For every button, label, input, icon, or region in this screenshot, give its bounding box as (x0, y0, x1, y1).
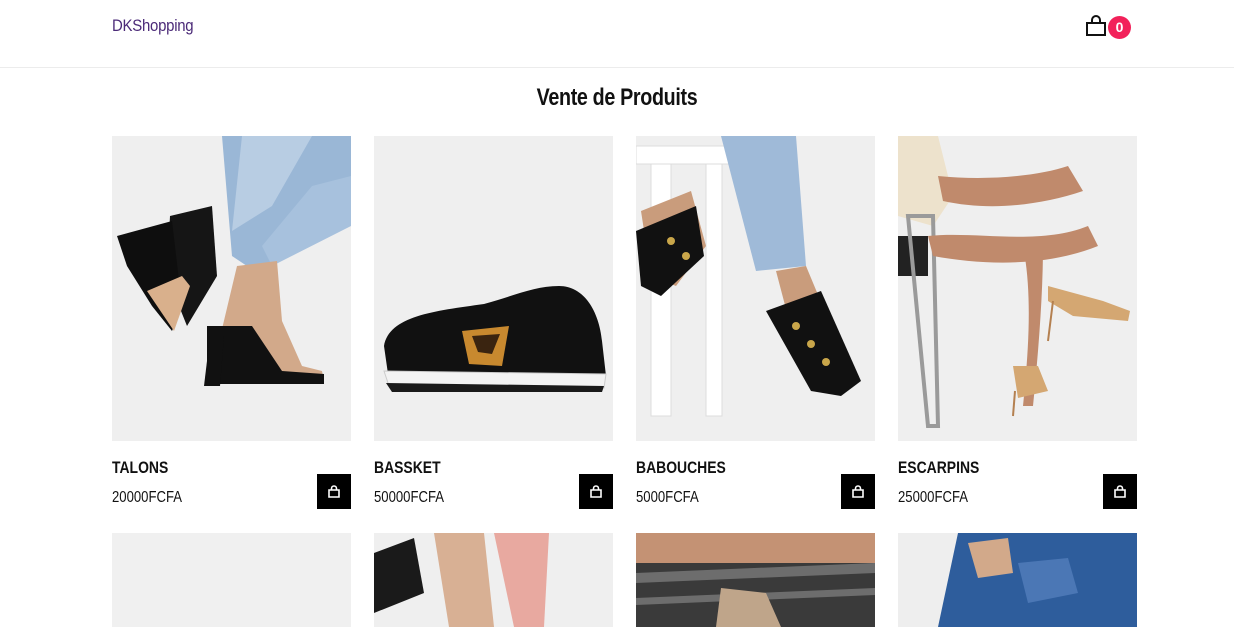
product-image[interactable] (374, 533, 613, 627)
brand-logo[interactable]: DKShopping (112, 16, 194, 36)
product-name: BASSKET (374, 458, 441, 477)
shopping-bag-icon (328, 484, 340, 498)
product-price: 20000FCFA (112, 489, 183, 506)
product-image[interactable] (374, 136, 613, 441)
add-to-cart-button[interactable] (579, 474, 613, 509)
shopping-bag-icon (852, 484, 864, 498)
shopping-bag-icon (590, 484, 602, 498)
product-image[interactable] (636, 533, 875, 627)
product-price: 5000FCFA (636, 489, 699, 506)
cart-count-badge: 0 (1108, 16, 1131, 39)
product-name: TALONS (112, 458, 169, 477)
add-to-cart-button[interactable] (1103, 474, 1137, 509)
navbar: DKShopping 0 (0, 0, 1234, 68)
page-title: Vente de Produits (536, 84, 698, 111)
product-image[interactable] (112, 136, 351, 441)
product-price: 50000FCFA (374, 489, 445, 506)
product-price: 25000FCFA (898, 489, 969, 506)
product-name: ESCARPINS (898, 458, 980, 477)
shopping-bag-icon (1086, 15, 1106, 36)
product-image[interactable] (898, 533, 1137, 627)
cart-button[interactable]: 0 (1084, 14, 1132, 40)
shopping-bag-icon (1114, 484, 1126, 498)
product-image[interactable] (636, 136, 875, 441)
add-to-cart-button[interactable] (317, 474, 351, 509)
product-image[interactable] (112, 533, 351, 627)
add-to-cart-button[interactable] (841, 474, 875, 509)
product-name: BABOUCHES (636, 458, 726, 477)
product-image[interactable] (898, 136, 1137, 441)
